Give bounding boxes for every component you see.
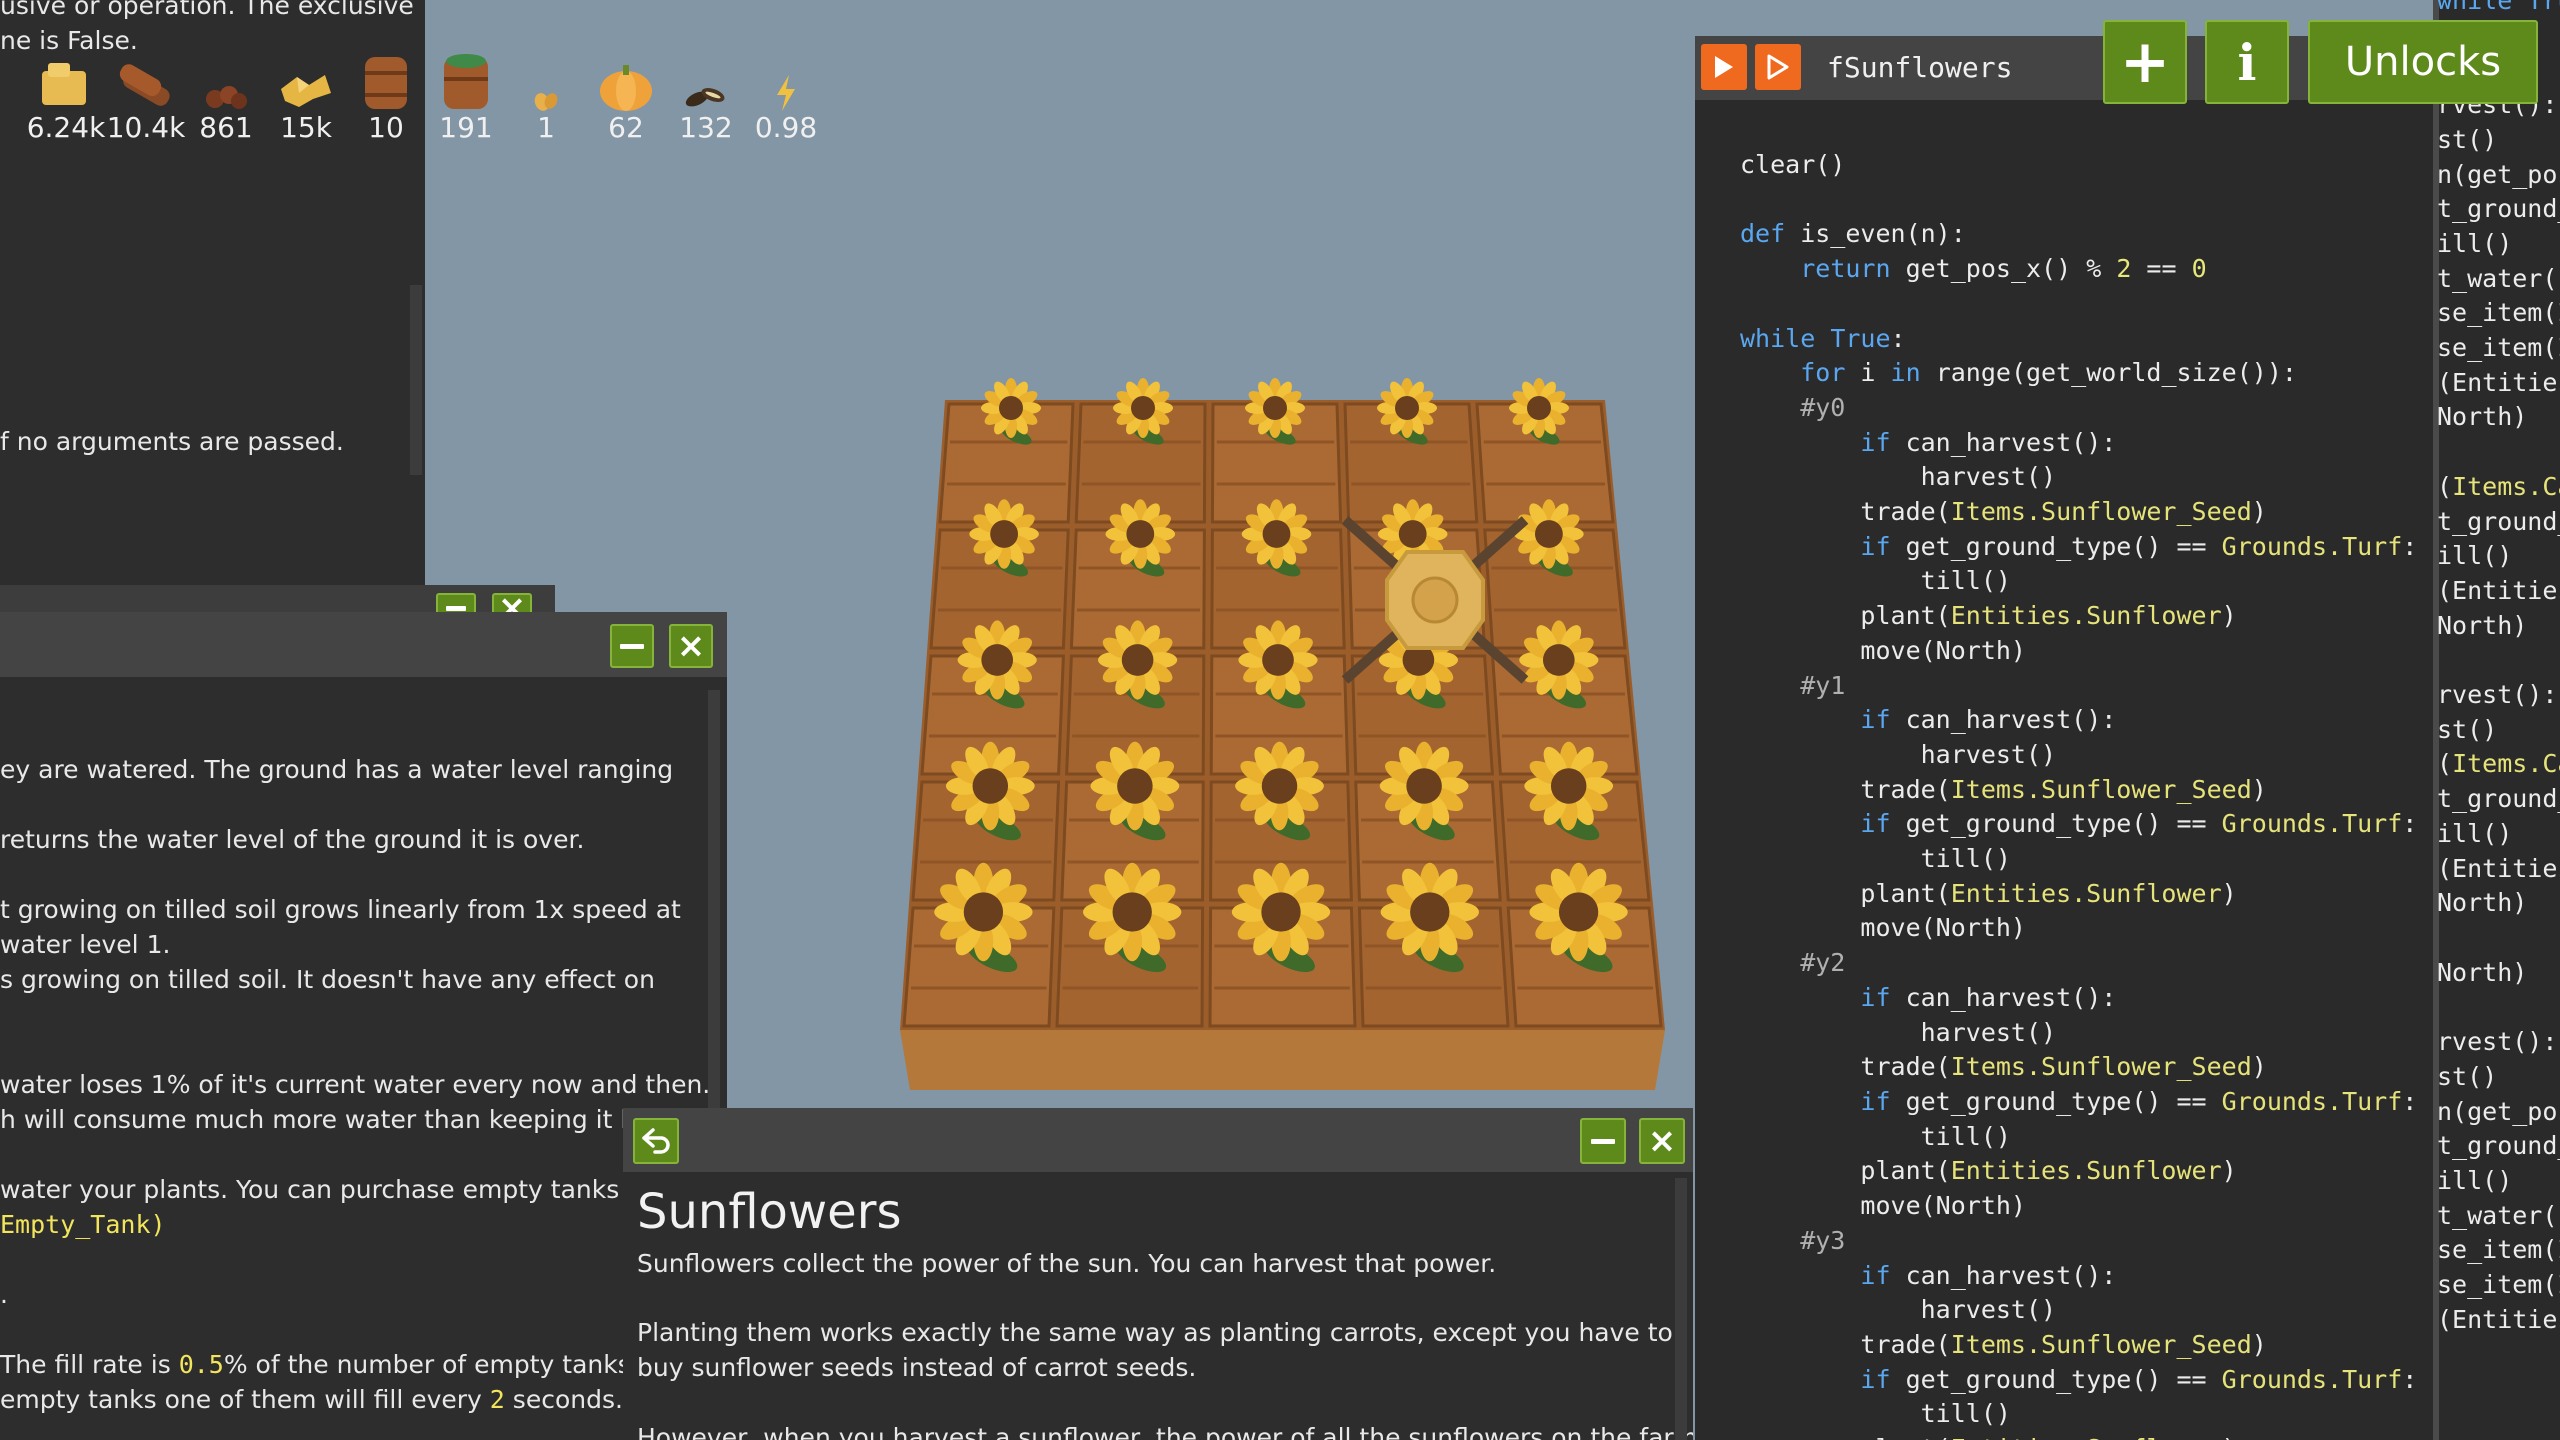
resource-pumpkin: 62 <box>584 18 668 144</box>
water-doc-panel: × ey are watered. The ground has a water… <box>0 612 727 1440</box>
doc-line: . <box>0 1280 8 1309</box>
close-button[interactable]: × <box>669 624 713 668</box>
resource-empty-tank: 191 <box>424 18 508 144</box>
doc-line: empty tanks one of them will fill every … <box>0 1385 623 1414</box>
minimize-button[interactable] <box>1580 1118 1626 1164</box>
carrot-icon <box>206 86 247 109</box>
doc-line: water level 1. <box>0 930 171 959</box>
doc-line: t growing on tilled soil grows linearly … <box>0 895 681 924</box>
code-editor[interactable]: clear() def is_even(n): return get_pos_x… <box>1695 100 2433 1440</box>
sunflower-doc-titlebar: × <box>623 1108 1693 1172</box>
unlocks-button[interactable]: Unlocks <box>2308 20 2538 104</box>
resource-wood: 10.4k <box>104 18 188 144</box>
doc-line: water your plants. You can purchase empt… <box>0 1175 648 1204</box>
back-button[interactable] <box>633 1118 679 1164</box>
resource-sunflower-seed: 132 <box>664 18 748 144</box>
play-icon <box>1715 56 1733 78</box>
doc-line: The fill rate is 0.5% of the number of e… <box>0 1350 655 1379</box>
code-window: fSunflowers clear() def is_even(n): retu… <box>1695 36 2433 1440</box>
code-text[interactable]: clear() def is_even(n): return get_pos_x… <box>1740 148 2417 1440</box>
gold-icon <box>281 75 331 107</box>
hay-icon <box>42 63 86 105</box>
doc-line: f no arguments are passed. <box>0 427 344 456</box>
sunflower-doc-title: Sunflowers <box>637 1184 902 1240</box>
sunflower-doc-scrollbar[interactable] <box>1675 1178 1687 1440</box>
left-doc-scrollbar[interactable] <box>410 285 422 475</box>
pumpkin-icon <box>600 65 652 111</box>
resource-power: 0.98 <box>744 18 828 144</box>
sunflower-doc-panel: × Sunflowers Sunflowers collect the powe… <box>623 1108 1693 1440</box>
run-button[interactable] <box>1701 44 1747 90</box>
doc-paragraph: buy sunflower seeds instead of carrot se… <box>637 1353 1197 1382</box>
water-tank-icon <box>365 57 407 109</box>
doc-code-line: Empty_Tank) <box>0 1210 166 1239</box>
doc-line: h will consume much more water than keep… <box>0 1105 643 1134</box>
code-window-title: fSunflowers <box>1827 51 2013 84</box>
resource-gold: 15k <box>264 18 348 144</box>
pumpkin-seed-icon <box>534 93 558 111</box>
info-button[interactable]: i <box>2205 20 2289 104</box>
resource-carrot: 861 <box>184 18 268 144</box>
second-code-window: while True: h) rvest(): st() n(get_pos t… <box>2433 0 2560 1440</box>
wood-icon <box>119 64 170 106</box>
empty-tank-icon <box>444 54 488 109</box>
sunflower-seed-icon <box>685 88 725 107</box>
add-window-button[interactable]: + <box>2103 20 2187 104</box>
resources-bar: 6.24k 10.4k 861 15k 10 191 1 62 132 0.98 <box>24 18 844 144</box>
doc-line: s growing on tilled soil. It doesn't hav… <box>0 965 655 994</box>
step-button[interactable] <box>1755 44 1801 90</box>
doc-paragraph: However, when you harvest a sunflower, t… <box>637 1423 1693 1440</box>
doc-line: water loses 1% of it's current water eve… <box>0 1070 711 1099</box>
minimize-button[interactable] <box>610 624 654 668</box>
back-arrow-icon <box>642 1128 670 1154</box>
code-text[interactable]: while True: h) rvest(): st() n(get_pos t… <box>2437 0 2560 1337</box>
power-icon <box>777 75 795 111</box>
doc-line: returns the water level of the ground it… <box>0 825 585 854</box>
doc-paragraph: Planting them works exactly the same way… <box>637 1318 1673 1347</box>
close-button[interactable]: × <box>1639 1118 1685 1164</box>
play-outline-icon <box>1767 54 1789 80</box>
resource-water-tank: 10 <box>344 18 428 144</box>
doc-paragraph: Sunflowers collect the power of the sun.… <box>637 1249 1497 1278</box>
doc-line: ey are watered. The ground has a water l… <box>0 755 674 784</box>
resource-hay: 6.24k <box>24 18 108 144</box>
water-doc-titlebar: × <box>0 612 727 677</box>
resource-pumpkin-seed: 1 <box>504 18 588 144</box>
